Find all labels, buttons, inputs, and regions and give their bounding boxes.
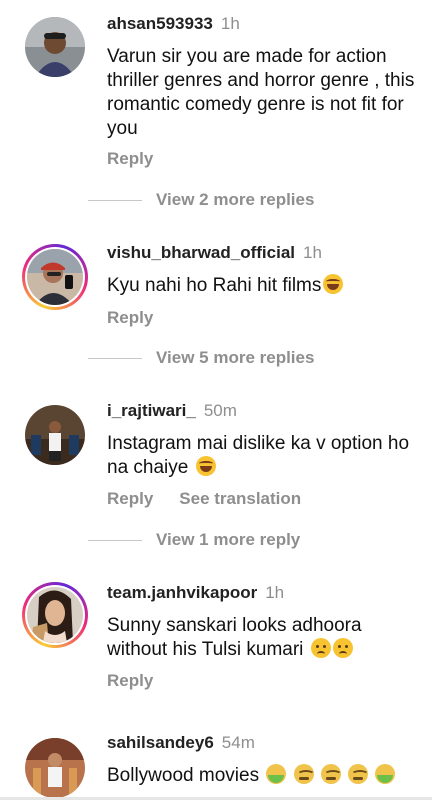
comment-actions: Reply: [107, 308, 153, 328]
nauseated-face-icon: [348, 764, 370, 784]
reply-button[interactable]: Reply: [107, 308, 153, 327]
pleading-face-icon: [332, 638, 353, 658]
avatar[interactable]: [22, 402, 88, 468]
comment-text: Bollywood movies: [107, 764, 425, 788]
reply-button[interactable]: Reply: [107, 489, 153, 508]
timestamp: 54m: [221, 733, 255, 752]
comment-header: i_rajtiwari_ 50m: [107, 401, 237, 421]
username[interactable]: team.janhvikapoor: [107, 583, 257, 602]
nauseated-face-icon: [293, 764, 315, 784]
view-more-replies[interactable]: View 1 more reply: [88, 530, 300, 550]
comment-text: Kyu nahi ho Rahi hit films: [107, 274, 425, 298]
comment-actions: Reply: [107, 671, 153, 691]
comment-text-content: Instagram mai dislike ka v option ho na …: [107, 433, 410, 478]
comment-text: Instagram mai dislike ka v option ho na …: [107, 432, 425, 480]
divider: [88, 539, 142, 541]
view-more-replies-label: View 2 more replies: [156, 190, 315, 209]
comment-actions: Reply See translation: [107, 489, 301, 509]
comment-header: vishu_bharwad_official 1h: [107, 243, 322, 263]
avatar[interactable]: [22, 735, 88, 801]
avatar-image: [25, 17, 85, 77]
vomiting-face-icon: [266, 764, 287, 784]
timestamp: 50m: [203, 401, 237, 420]
divider: [88, 357, 142, 359]
pleading-face-icon: [310, 638, 331, 658]
reply-button[interactable]: Reply: [107, 671, 153, 690]
avatar-story-ring[interactable]: [22, 582, 88, 648]
avatar-story-ring[interactable]: [22, 244, 88, 310]
vomiting-face-icon: [375, 764, 396, 784]
avatar-image: [25, 405, 85, 465]
username[interactable]: vishu_bharwad_official: [107, 243, 295, 262]
comment-text: Sunny sanskari looks adhoora without his…: [107, 614, 425, 662]
view-more-replies[interactable]: View 2 more replies: [88, 190, 314, 210]
nauseated-face-icon: [320, 764, 342, 784]
timestamp: 1h: [220, 14, 240, 33]
timestamp: 1h: [303, 243, 322, 262]
comment-text-content: Kyu nahi ho Rahi hit films: [107, 275, 322, 296]
view-more-replies-label: View 5 more replies: [156, 348, 315, 367]
comment-text: Varun sir you are made for action thrill…: [107, 46, 415, 139]
timestamp: 1h: [265, 583, 285, 602]
username[interactable]: i_rajtiwari_: [107, 401, 196, 420]
comment-header: team.janhvikapoor 1h: [107, 583, 284, 603]
comment-header: sahilsandey6 54m: [107, 733, 255, 753]
username[interactable]: ahsan593933: [107, 14, 213, 33]
comment-actions: Reply: [107, 149, 153, 169]
divider: [88, 199, 142, 201]
comment-text-content: Bollywood movies: [107, 765, 260, 786]
face-with-tears-of-joy-icon: [323, 274, 344, 294]
avatar-image: [27, 587, 83, 643]
avatar-image: [25, 738, 85, 798]
avatar-image: [27, 249, 83, 305]
view-more-replies-label: View 1 more reply: [156, 530, 301, 549]
avatar[interactable]: [22, 14, 88, 80]
view-more-replies[interactable]: View 5 more replies: [88, 348, 314, 368]
reply-button[interactable]: Reply: [107, 149, 153, 168]
face-with-tears-of-joy-icon: [195, 456, 216, 476]
comment-header: ahsan593933 1h: [107, 14, 240, 34]
username[interactable]: sahilsandey6: [107, 733, 214, 752]
see-translation-button[interactable]: See translation: [179, 489, 301, 508]
